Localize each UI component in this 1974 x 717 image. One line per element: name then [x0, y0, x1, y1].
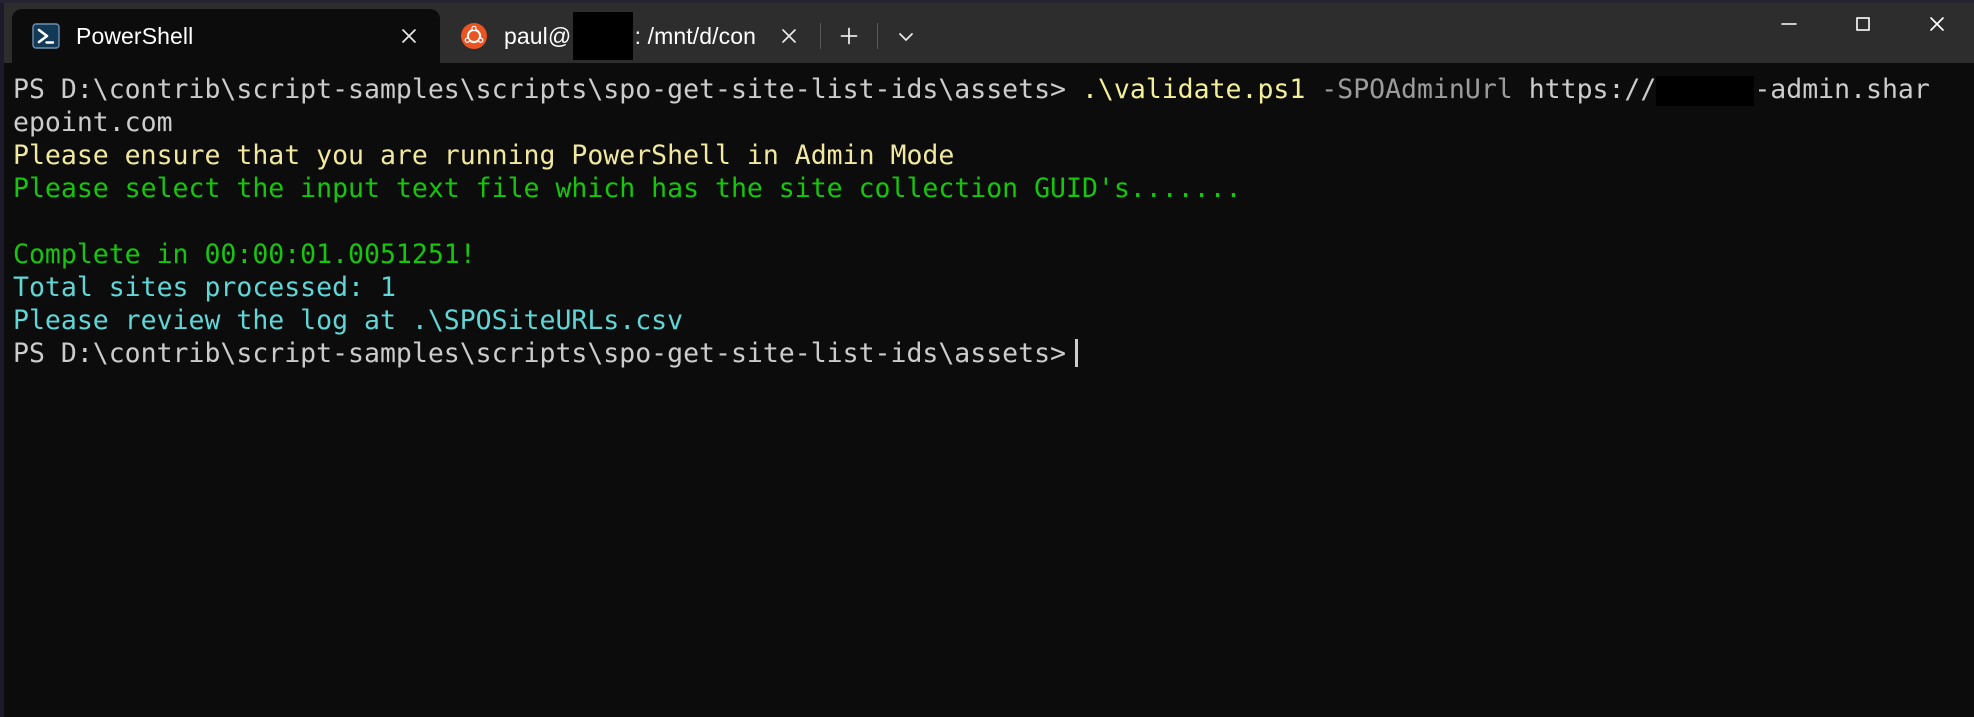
terminal-text: Complete in 00:00:01.0051251!: [13, 239, 476, 270]
window-top-border: [0, 0, 1974, 3]
terminal-line: Complete in 00:00:01.0051251!: [13, 238, 1974, 271]
tab-powershell-close-icon[interactable]: [392, 19, 426, 53]
terminal-window: PowerShell paul@: /mnt/d/con PS D:\cont…: [0, 0, 1974, 717]
terminal-text: https://: [1528, 74, 1657, 105]
terminal-screen: PS D:\contrib\script-samples\scripts\spo…: [13, 73, 1974, 370]
terminal-text: Please review the log at .\SPOSiteURLs.c…: [13, 305, 684, 336]
terminal-line: Please ensure that you are running Power…: [13, 139, 1974, 172]
terminal-text: epoint.com: [13, 107, 173, 138]
terminal-line: Please select the input text file which …: [13, 172, 1974, 205]
terminal-text: Please ensure that you are running Power…: [13, 140, 955, 171]
terminal-body[interactable]: PS D:\contrib\script-samples\scripts\spo…: [0, 63, 1974, 717]
tab-ubuntu-label: paul@: /mnt/d/con: [504, 12, 756, 60]
close-icon[interactable]: [1900, 0, 1974, 47]
tab-strip: PowerShell paul@: /mnt/d/con: [0, 0, 1752, 63]
terminal-text: PS D:\contrib\script-samples\scripts\spo…: [13, 74, 1082, 105]
tab-powershell[interactable]: PowerShell: [12, 9, 440, 63]
maximize-icon[interactable]: [1826, 0, 1900, 47]
new-tab-button[interactable]: [821, 9, 877, 63]
terminal-text: PS D:\contrib\script-samples\scripts\spo…: [13, 338, 1066, 369]
terminal-line: PS D:\contrib\script-samples\scripts\spo…: [13, 73, 1974, 106]
terminal-redaction: [1656, 75, 1755, 106]
chevron-down-icon[interactable]: [878, 9, 934, 63]
tab-ubuntu[interactable]: paul@: /mnt/d/con: [440, 9, 820, 63]
terminal-line: Please review the log at .\SPOSiteURLs.c…: [13, 304, 1974, 337]
ubuntu-icon: [460, 22, 488, 50]
terminal-cursor: [1075, 339, 1078, 367]
window-left-border: [0, 0, 4, 717]
powershell-icon: [32, 22, 60, 50]
terminal-line: Total sites processed: 1: [13, 271, 1974, 304]
terminal-text: Total sites processed: 1: [13, 272, 396, 303]
terminal-line: epoint.com: [13, 106, 1974, 139]
tab-ubuntu-close-icon[interactable]: [772, 19, 806, 53]
terminal-text: Please select the input text file which …: [13, 173, 1242, 204]
tab-ubuntu-redaction: [573, 12, 633, 60]
terminal-line: PS D:\contrib\script-samples\scripts\spo…: [13, 337, 1974, 370]
terminal-text: .\validate.ps1: [1081, 74, 1322, 105]
window-controls: [1752, 0, 1974, 63]
terminal-text: -SPOAdminUrl: [1321, 74, 1529, 105]
minimize-icon[interactable]: [1752, 0, 1826, 47]
tab-powershell-label: PowerShell: [76, 22, 194, 49]
terminal-text: -admin.shar: [1754, 74, 1930, 105]
title-bar[interactable]: PowerShell paul@: /mnt/d/con: [0, 0, 1974, 63]
